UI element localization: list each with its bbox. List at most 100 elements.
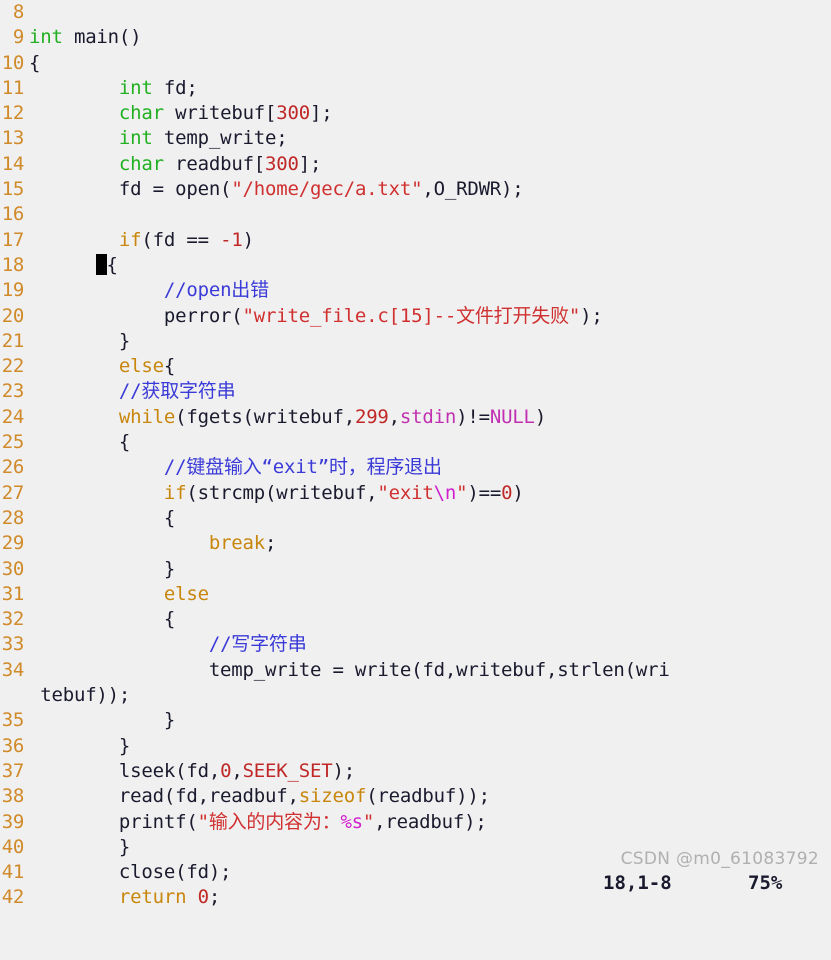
line-content: while(fgets(writebuf,299,stdin)!=NULL) [24,405,831,430]
code-line[interactable]: 9 int main() [0,25,831,50]
code-token: //获取字符串 [118,380,236,403]
code-token: )!= [456,405,490,428]
code-line[interactable]: 17 if(fd == -1) [0,228,831,253]
line-content: read(fd,readbuf,sizeof(readbuf)); [24,784,831,809]
code-token: ,readbuf); [374,810,487,833]
code-line[interactable]: 37 lseek(fd,0,SEEK_SET); [0,759,831,784]
line-number: 14 [1,152,25,175]
line-content: else [24,582,831,607]
code-line[interactable]: 31 else [0,582,831,607]
code-token: (readbuf)); [366,785,490,808]
code-line[interactable]: 25 { [0,430,831,455]
code-line[interactable]: 11 int fd; [0,76,831,101]
line-content: //写字符串 [24,632,831,657]
code-line[interactable]: 33 //写字符串 [0,632,831,657]
code-token: "write_file.c[15]--文件打开失败" [242,304,581,327]
code-token: ; [265,532,277,555]
code-token: " [456,481,468,504]
line-number: 10 [1,51,25,74]
code-line[interactable]: 32 { [0,607,831,632]
line-number: 19 [1,279,25,302]
line-number: 29 [1,532,25,555]
code-token: 299 [354,405,389,428]
line-content: } [24,557,831,582]
line-number: 16 [1,203,25,226]
line-number: 17 [1,228,25,251]
code-token: break [208,532,266,555]
code-token: } [29,835,131,858]
code-line[interactable]: 15 fd = open("/home/gec/a.txt",O_RDWR); [0,177,831,202]
code-line[interactable]: 29 break; [0,531,831,556]
code-line[interactable]: 36 } [0,734,831,759]
code-token: readbuf[ [163,152,266,175]
code-token: { [29,608,176,631]
code-token: ]; [310,102,333,125]
code-line[interactable]: 8 [0,0,831,25]
code-line[interactable]: 38 read(fd,readbuf,sizeof(readbuf)); [0,784,831,809]
code-token: ); [332,759,355,782]
code-line[interactable]: 16 [0,202,831,227]
code-token: , [388,405,400,428]
line-content: fd = open("/home/gec/a.txt",O_RDWR); [24,177,831,202]
code-line[interactable]: 12 char writebuf[300]; [0,101,831,126]
code-line[interactable]: tebuf)); [0,683,831,708]
line-content: perror("write_file.c[15]--文件打开失败"); [24,304,831,329]
code-line[interactable]: 22 else{ [0,354,831,379]
code-line[interactable]: 27 if(strcmp(writebuf,"exit\n")==0) [0,481,831,506]
code-line[interactable]: 10{ [0,51,831,76]
code-line[interactable]: 26 //键盘输入“exit”时，程序退出 [0,455,831,480]
code-line[interactable]: 28 { [0,506,831,531]
code-line[interactable]: 24 while(fgets(writebuf,299,stdin)!=NULL… [0,405,831,430]
code-token: (fd == [141,228,221,251]
code-token: -1 [220,228,243,251]
line-number: 38 [1,785,25,808]
code-line[interactable]: 34 temp_write = write(fd,writebuf,strlen… [0,658,831,683]
code-line[interactable]: 14 char readbuf[300]; [0,152,831,177]
code-line[interactable]: 35 } [0,708,831,733]
code-line[interactable]: 23 //获取字符串 [0,379,831,404]
code-token: //写字符串 [208,633,307,656]
line-content: { [24,51,831,76]
code-line[interactable]: 20 perror("write_file.c[15]--文件打开失败"); [0,304,831,329]
line-content: lseek(fd,0,SEEK_SET); [24,759,831,784]
code-token: { [29,51,41,74]
line-content: else{ [24,354,831,379]
line-content: //键盘输入“exit”时，程序退出 [24,455,831,480]
code-token: int [118,76,153,99]
code-token: { [106,253,118,276]
code-token: ) [512,481,524,504]
code-token: int [29,26,63,49]
code-line[interactable]: 30 } [0,557,831,582]
code-line[interactable]: 13 int temp_write; [0,126,831,151]
line-number: 18 [1,253,25,276]
line-number: 33 [1,633,25,656]
line-number: 22 [1,355,25,378]
code-line[interactable]: 18 { [0,253,831,278]
code-token: main() [62,26,142,49]
code-line[interactable]: 21 } [0,329,831,354]
code-area[interactable]: 8 9 int main() 10{11 int fd; 12 char writebu… [0,0,831,911]
code-token: \n [433,481,457,504]
code-token: { [29,431,131,454]
code-token: ,O_RDWR); [422,178,524,201]
code-token: int [118,127,153,150]
line-number: 32 [1,608,25,631]
code-token: } [29,557,176,580]
code-token: { [29,506,176,529]
code-line[interactable]: 19 //open出错 [0,278,831,303]
line-number: 35 [1,709,25,732]
line-content: char readbuf[300]; [24,152,831,177]
code-token: %s [340,810,363,833]
line-number: 9 [12,26,24,49]
code-token: { [163,355,176,378]
line-number: 24 [1,405,25,428]
code-line[interactable]: 39 printf("输入的内容为：%s",readbuf); [0,810,831,835]
vim-status-line: 18,1-8 75% [0,872,831,894]
code-token: } [29,734,131,757]
line-number: 15 [1,178,25,201]
line-number: 28 [1,506,25,529]
line-content: char writebuf[300]; [24,101,831,126]
